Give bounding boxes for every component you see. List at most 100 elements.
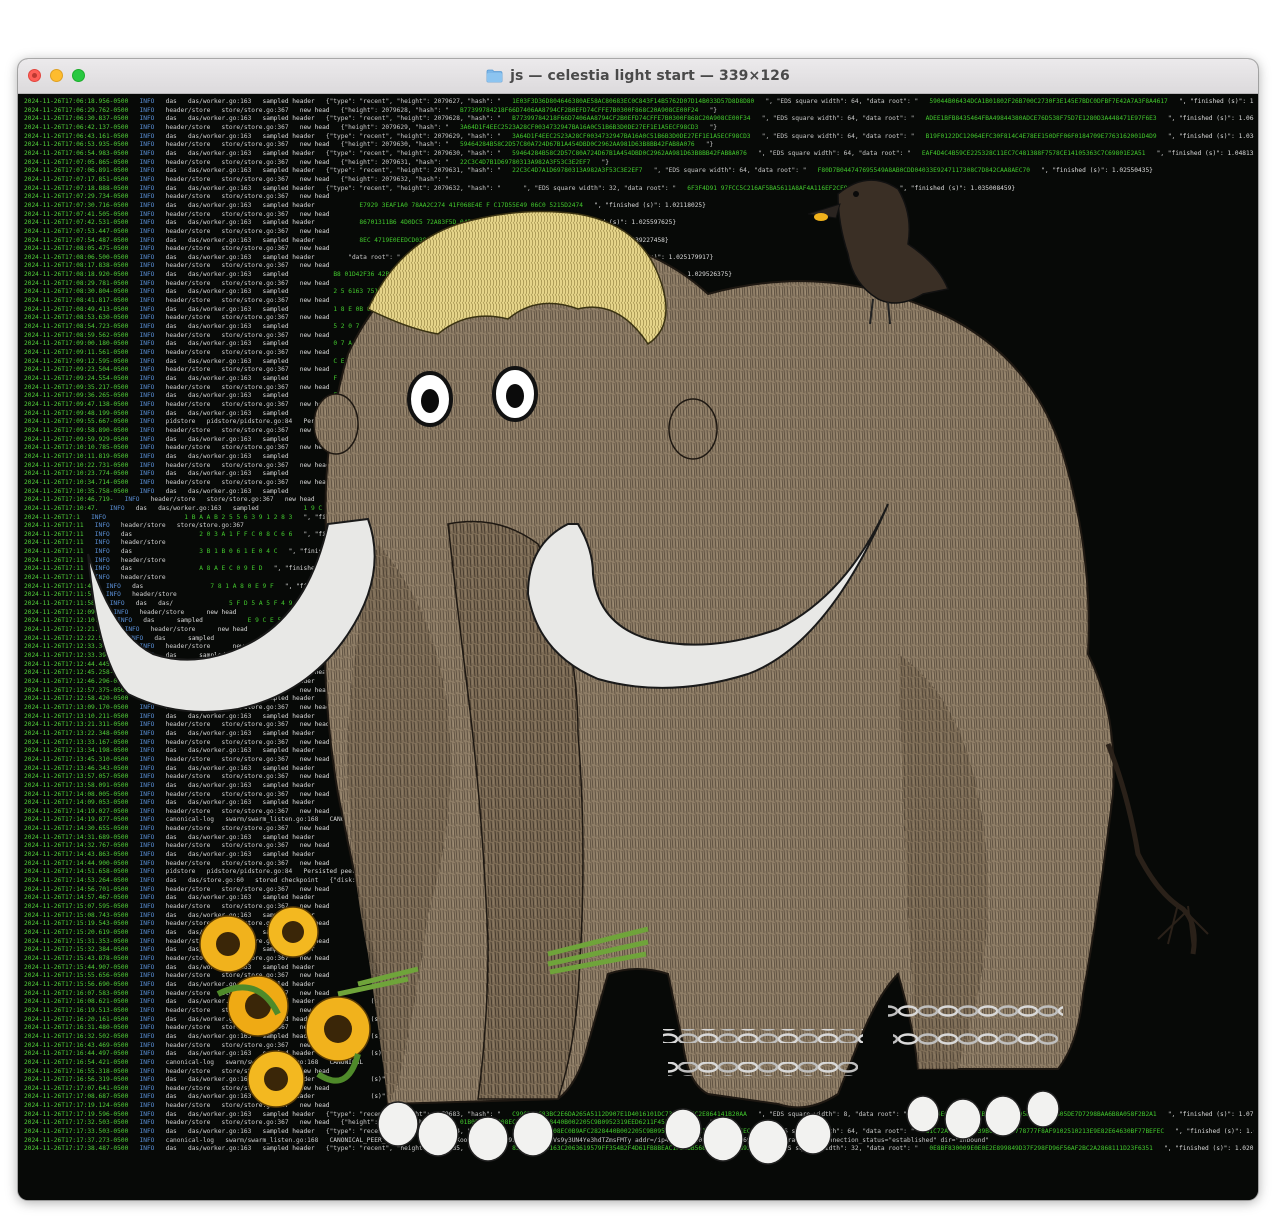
log-level: INFO <box>139 1015 155 1023</box>
log-message: sampled <box>262 305 289 313</box>
log-message: new head <box>299 106 330 114</box>
log-source: das/worker.go:163 <box>187 184 252 192</box>
log-timestamp: 2024-11-26T17:11:58. <box>24 600 99 608</box>
log-data-root: E7929 3EAF1A0 78AA2C274 41F068E4E F C17D… <box>359 201 583 209</box>
log-timestamp: 2024-11-26T17:16:56.319-0500 <box>24 1076 129 1084</box>
log-line: 2024-11-26T17:15:08.743-0500 INFO das da… <box>24 912 1254 921</box>
log-level: INFO <box>94 556 110 564</box>
log-timestamp: 2024-11-26T17:15:19.543-0500 <box>24 920 129 928</box>
log-timestamp: 2024-11-26T17:15:56.690-0500 <box>24 980 129 988</box>
log-module: header/store <box>165 989 211 997</box>
log-level: INFO <box>139 340 155 348</box>
log-line: 2024-11-26T17:10:46.719- INFO header/sto… <box>24 496 1254 505</box>
log-timestamp: 2024-11-26T17:17:08.687-0500 <box>24 1093 129 1101</box>
log-fields: {"height": 2079632, "hash": " <box>340 175 449 183</box>
log-source: das/worker.go:163 <box>187 1093 252 1101</box>
log-line: 2024-11-26T17:12:22.522-0 INFO das sampl… <box>24 635 1254 644</box>
log-finished: ", "finished (s)": 1.0481351} <box>1156 149 1254 157</box>
log-hash: 01B0F61608808EC0B9AFC2828440B002205C9B09… <box>459 1119 699 1127</box>
log-message: new head <box>299 1024 330 1032</box>
log-module: das <box>165 452 177 460</box>
log-source: store/store.go:367 <box>221 703 289 711</box>
minimize-button[interactable] <box>50 69 63 82</box>
log-module: header/store <box>165 193 211 201</box>
log-line: 2024-11-26T17:16:55.318-0500 INFO header… <box>24 1068 1254 1077</box>
log-source: store/store.go:367 <box>221 773 289 781</box>
log-line: 2024-11-26T17:07:29.734-0500 INFO header… <box>24 193 1254 202</box>
log-message: new head <box>284 496 315 504</box>
log-level: INFO <box>105 582 121 590</box>
log-module: das <box>165 98 177 105</box>
log-source: das/worker.go:163 <box>187 929 252 936</box>
log-timestamp: 2024-11-26T17:12:46.296-0500 <box>24 677 129 685</box>
log-message: new head <box>299 400 330 408</box>
log-message: new head <box>299 755 330 763</box>
log-source: das/worker.go:163 <box>187 409 252 417</box>
log-level: INFO <box>139 1076 155 1084</box>
log-line: 2024-11-26T17:17:33.503-0500 INFO das da… <box>24 1128 1254 1137</box>
log-line: 2024-11-26T17:16:19.513-0500 INFO header… <box>24 1007 1254 1016</box>
log-fields: {"type": "recent", "height": 2079628, "h… <box>325 115 501 123</box>
log-module: header/store <box>165 227 211 235</box>
log-level: INFO <box>94 530 110 538</box>
log-finished: ", "finished (s)": 1.047215708} <box>351 652 468 659</box>
log-source: das/worker.go:163 <box>187 167 252 175</box>
log-module: header/store <box>165 245 211 253</box>
log-message: sampled <box>262 323 289 331</box>
log-message: sampled header <box>262 236 315 244</box>
close-button[interactable] <box>28 69 41 82</box>
log-source: store/store.go:367 <box>221 721 289 729</box>
log-line: 2024-11-26T17:06:30.837-0500 INFO das da… <box>24 115 1254 124</box>
log-source: store/store.go:367 <box>221 331 289 339</box>
log-finished: (s)": 1.07588725} <box>370 929 434 936</box>
terminal-content[interactable]: 2024-11-26T17:06:18.956-0500 INFO das da… <box>18 94 1258 1200</box>
log-module: das <box>165 288 177 296</box>
log-line: 2024-11-26T17:16:20.161-0500 INFO das da… <box>24 1016 1254 1025</box>
log-level: INFO <box>139 305 155 313</box>
log-level: INFO <box>139 253 155 261</box>
log-message: sampled <box>187 634 215 642</box>
log-source: store/store.go:367 <box>221 123 289 131</box>
log-level: INFO <box>139 1136 155 1144</box>
log-level: INFO <box>139 323 155 331</box>
log-timestamp: 2024-11-26T17:16:20.161-0500 <box>24 1015 129 1023</box>
log-level: INFO <box>139 115 155 123</box>
log-line: 2024-11-26T17:15:56.690-0500 INFO das da… <box>24 981 1254 990</box>
log-source: store/store.go:367 <box>221 297 289 305</box>
log-module: header/store <box>120 522 166 530</box>
log-module: header/store <box>165 790 211 798</box>
log-line: 2024-11-26T17:09:36.265-0500 INFO das da… <box>24 392 1254 401</box>
log-module: das <box>165 799 177 807</box>
log-level: INFO <box>139 954 155 962</box>
log-source: das/worker.go:163 <box>187 392 252 400</box>
log-level: INFO <box>139 799 155 807</box>
log-timestamp: 2024-11-26T17:06:29.762-0500 <box>24 106 129 114</box>
log-level: INFO <box>139 677 155 685</box>
log-timestamp: 2024-11-26T17:08:06.500-0500 <box>24 253 129 261</box>
log-timestamp: 2024-11-26T17:07:42.531-0500 <box>24 219 129 227</box>
log-module: das <box>165 184 177 192</box>
log-line: 2024-11-26T17:11 INFO header/store <box>24 574 1254 583</box>
log-line: 2024-11-26T17:06:29.762-0500 INFO header… <box>24 107 1254 116</box>
log-level: INFO <box>139 989 155 997</box>
log-timestamp: 2024-11-26T17:07:41.505-0500 <box>24 210 129 218</box>
log-source: store/store.go:367 <box>221 885 289 893</box>
log-line: 2024-11-26T17:14:19.877-0500 INFO canoni… <box>24 816 1254 825</box>
maximize-button[interactable] <box>72 69 85 82</box>
log-level: INFO <box>139 1067 155 1075</box>
log-source: store/store.go:367 <box>221 903 289 911</box>
log-module: header/store <box>165 1084 211 1092</box>
log-timestamp: 2024-11-26T17:06:53.935-0500 <box>24 141 129 149</box>
log-finished: "finished (s)": 1.039390333} <box>370 894 475 902</box>
log-fields-rest: ", "EDS square width": 32, "data root": … <box>523 184 677 192</box>
log-message: new head <box>299 227 330 235</box>
log-finished: (s)": 1.023627} <box>370 747 427 755</box>
title-bar[interactable]: js — celestia light start — 339×126 <box>18 59 1258 94</box>
log-timestamp: 2024-11-26T17:10:34.714-0500 <box>24 478 129 486</box>
log-line: 2024-11-26T17:16:43.469-0500 INFO header… <box>24 1042 1254 1051</box>
log-source: store/store.go:367 <box>221 383 289 391</box>
log-data-root: E E F F 8 B 9 1 E D 6 D E 3 0 8 8 E <box>333 452 464 460</box>
log-message: sampled header <box>262 1050 315 1058</box>
log-level: INFO <box>139 288 155 296</box>
log-module: das <box>165 1015 177 1023</box>
